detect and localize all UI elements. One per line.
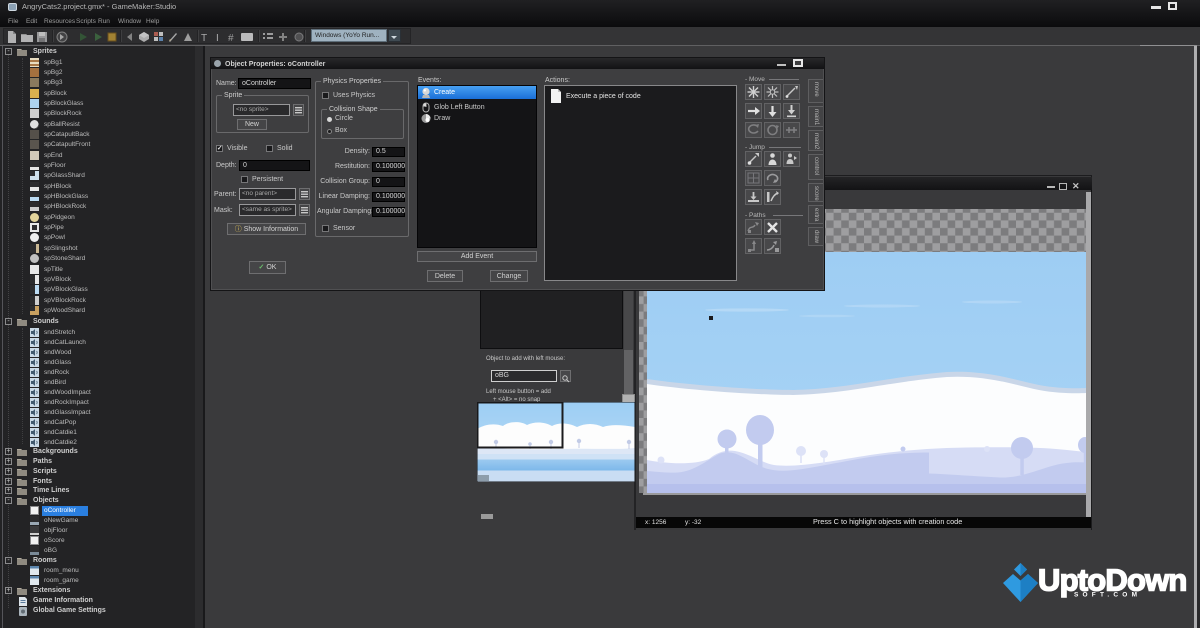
svg-text:SOFT.COM: SOFT.COM [1074, 592, 1141, 599]
svg-text:#: # [228, 33, 234, 43]
svg-text:T: T [201, 33, 207, 43]
svg-text:I: I [216, 33, 219, 43]
